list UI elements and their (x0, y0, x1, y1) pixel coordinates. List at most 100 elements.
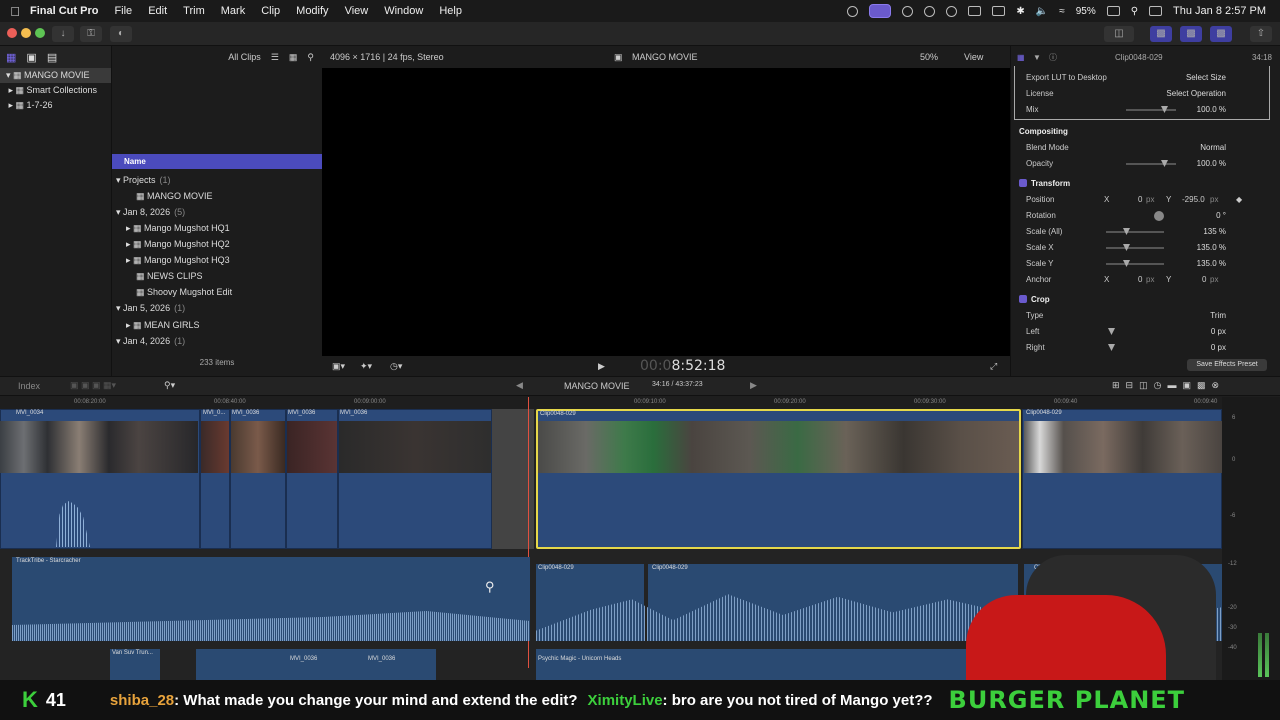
close-window-button[interactable] (7, 28, 17, 38)
menu-help[interactable]: Help (439, 5, 462, 17)
slider-knob[interactable] (1108, 344, 1115, 351)
timeline-project-name[interactable]: MANGO MOVIE (564, 381, 630, 391)
select-operation-dropdown[interactable]: Select Operation (1166, 86, 1226, 102)
list-item-clip[interactable]: ▦ Shoovy Mugshot Edit (112, 284, 322, 300)
compositing-section[interactable]: Compositing (1019, 124, 1277, 140)
select-size-dropdown[interactable]: Select Size (1186, 70, 1226, 86)
anchor-x-field[interactable]: 0 (1138, 272, 1142, 288)
save-effects-preset-button[interactable]: Save Effects Preset (1187, 359, 1267, 371)
list-item-date[interactable]: ▾ Jan 5, 2026 (1) (112, 300, 322, 316)
timeline[interactable]: MVI_0034 MVI_0... MVI_0036 MVI_0036 MVI_… (0, 397, 1222, 680)
video-inspector-icon[interactable]: ▦ (1017, 53, 1025, 62)
video-screen[interactable] (322, 68, 1010, 356)
transform-tool-icon[interactable]: ▣▾ (332, 361, 345, 372)
transform-checkbox[interactable] (1019, 179, 1027, 187)
screen-share-icon[interactable] (869, 4, 892, 18)
list-item-date[interactable]: ▾ Jan 4, 2026 (1) (112, 333, 322, 349)
list-item-clip[interactable]: ▦ NEWS CLIPS (112, 268, 322, 284)
app-name-menu[interactable]: Final Cut Pro (30, 5, 98, 17)
menu-file[interactable]: File (114, 5, 132, 17)
list-item-clip[interactable]: ▸ ▦ Mango Mugshot HQ3 (112, 252, 322, 268)
transform-section[interactable]: Transform (1019, 176, 1277, 192)
edit-tools-icon[interactable]: ▣ ▣ ▣ ▦▾ (70, 380, 116, 391)
control-center-icon[interactable] (847, 5, 859, 17)
crop-section[interactable]: Crop (1019, 292, 1277, 308)
minimize-window-button[interactable] (21, 28, 31, 38)
background-tasks-icon[interactable]: ◐ (110, 26, 132, 42)
crop-type-dropdown[interactable]: Trim (1210, 308, 1226, 324)
timeline-toggle-icon[interactable]: ▩ (1180, 26, 1202, 42)
scale-all-slider[interactable] (1106, 231, 1164, 233)
list-item-date[interactable]: ▾ Jan 8, 2026 (5) (112, 204, 322, 220)
scale-x-slider[interactable] (1106, 247, 1164, 249)
audio-clip[interactable] (536, 649, 972, 680)
list-item-clip[interactable]: ▸ ▦ Mango Mugshot HQ2 (112, 236, 322, 252)
siri-icon[interactable] (924, 5, 936, 17)
search-icon[interactable]: ⚲ (1131, 6, 1138, 17)
display-icon[interactable] (992, 6, 1006, 16)
zoom-tool-icon[interactable]: ⚲▾ (164, 380, 175, 391)
zoom-dropdown[interactable]: 50% (920, 52, 938, 62)
speed-icon[interactable]: ◷▾ (390, 361, 402, 372)
clip-filter-dropdown[interactable]: All Clips (228, 52, 261, 62)
audio-clip[interactable] (196, 649, 436, 680)
menu-window[interactable]: Window (384, 5, 423, 17)
color-inspector-icon[interactable]: ▼ (1033, 53, 1041, 62)
play-button[interactable]: ▶ (598, 361, 605, 372)
view-dropdown[interactable]: View (964, 52, 983, 62)
back-arrow-icon[interactable]: ◀ (516, 380, 523, 391)
blend-mode-dropdown[interactable]: Normal (1200, 140, 1226, 156)
info-inspector-icon[interactable]: ⓘ (1049, 52, 1057, 63)
anchor-y-field[interactable]: 0 (1202, 272, 1206, 288)
clock[interactable]: Thu Jan 8 2:57 PM (1173, 5, 1266, 17)
list-item-clip[interactable]: ▸ ▦ MEAN GIRLS (112, 317, 322, 333)
wifi-icon[interactable]: ≈ (1059, 6, 1065, 17)
import-icon[interactable]: ↓ (52, 26, 74, 42)
grid-icon[interactable] (968, 6, 982, 16)
forward-arrow-icon[interactable]: ▶ (750, 380, 757, 391)
control-icon[interactable] (1149, 6, 1163, 16)
mix-slider[interactable] (1126, 109, 1176, 111)
zoom-window-button[interactable] (35, 28, 45, 38)
keywords-icon[interactable]: ⚿ (80, 26, 102, 42)
selected-clip[interactable]: Clip0048-029 (536, 409, 1021, 549)
position-y-field[interactable]: -295.0 (1182, 192, 1205, 208)
menu-clip[interactable]: Clip (261, 5, 280, 17)
list-view-icon[interactable]: ☰ (271, 52, 279, 63)
browser-search-icon[interactable]: ⚲ (307, 52, 314, 63)
scale-y-slider[interactable] (1106, 263, 1164, 265)
rotation-dial[interactable] (1154, 211, 1164, 221)
inspector-toggle-icon[interactable]: ▩ (1210, 26, 1232, 42)
apple-icon[interactable]:  (0, 4, 30, 19)
opacity-slider[interactable] (1126, 163, 1176, 165)
menu-mark[interactable]: Mark (221, 5, 245, 17)
menu-view[interactable]: View (345, 5, 369, 17)
enhance-icon[interactable]: ✦▾ (360, 361, 372, 372)
battery-icon[interactable] (1106, 6, 1120, 16)
library-item-smart-collections[interactable]: ▸ ▦ Smart Collections (0, 83, 111, 98)
share-icon[interactable]: ⇧ (1250, 26, 1272, 42)
position-x-field[interactable]: 0 (1138, 192, 1142, 208)
libraries-icon[interactable]: ▦ (6, 51, 16, 64)
index-button[interactable]: Index (18, 381, 40, 391)
timeline-ruler[interactable]: 00:08:20:00 00:08:40:00 00:09:00:00 00:0… (0, 397, 1222, 409)
clip-appearance-icon[interactable]: ▦ (289, 52, 298, 63)
library-item-mango-movie[interactable]: ▾ ▦ MANGO MOVIE (0, 68, 111, 83)
record-icon[interactable] (902, 5, 914, 17)
keyframe-icon[interactable]: ◆ (1236, 192, 1242, 208)
menu-trim[interactable]: Trim (183, 5, 205, 17)
menu-modify[interactable]: Modify (296, 5, 328, 17)
slider-knob[interactable] (1108, 328, 1115, 335)
volume-icon[interactable]: 🔈 (1036, 6, 1048, 17)
play-icon[interactable] (946, 5, 958, 17)
browser-toggle-icon[interactable]: ▩ (1150, 26, 1172, 42)
layout-icon[interactable]: ◫ (1104, 26, 1134, 42)
menu-edit[interactable]: Edit (148, 5, 167, 17)
list-item-clip[interactable]: ▸ ▦ Mango Mugshot HQ1 (112, 220, 322, 236)
library-item-event[interactable]: ▸ ▦ 1-7-26 (0, 98, 111, 113)
titles-icon[interactable]: ▤ (47, 51, 57, 64)
fullscreen-icon[interactable]: ⤢ (990, 361, 997, 372)
photos-icon[interactable]: ▣ (26, 51, 36, 64)
list-item-projects[interactable]: ▾ Projects (1) (112, 172, 322, 188)
bluetooth-icon[interactable]: ✱ (1016, 6, 1024, 17)
